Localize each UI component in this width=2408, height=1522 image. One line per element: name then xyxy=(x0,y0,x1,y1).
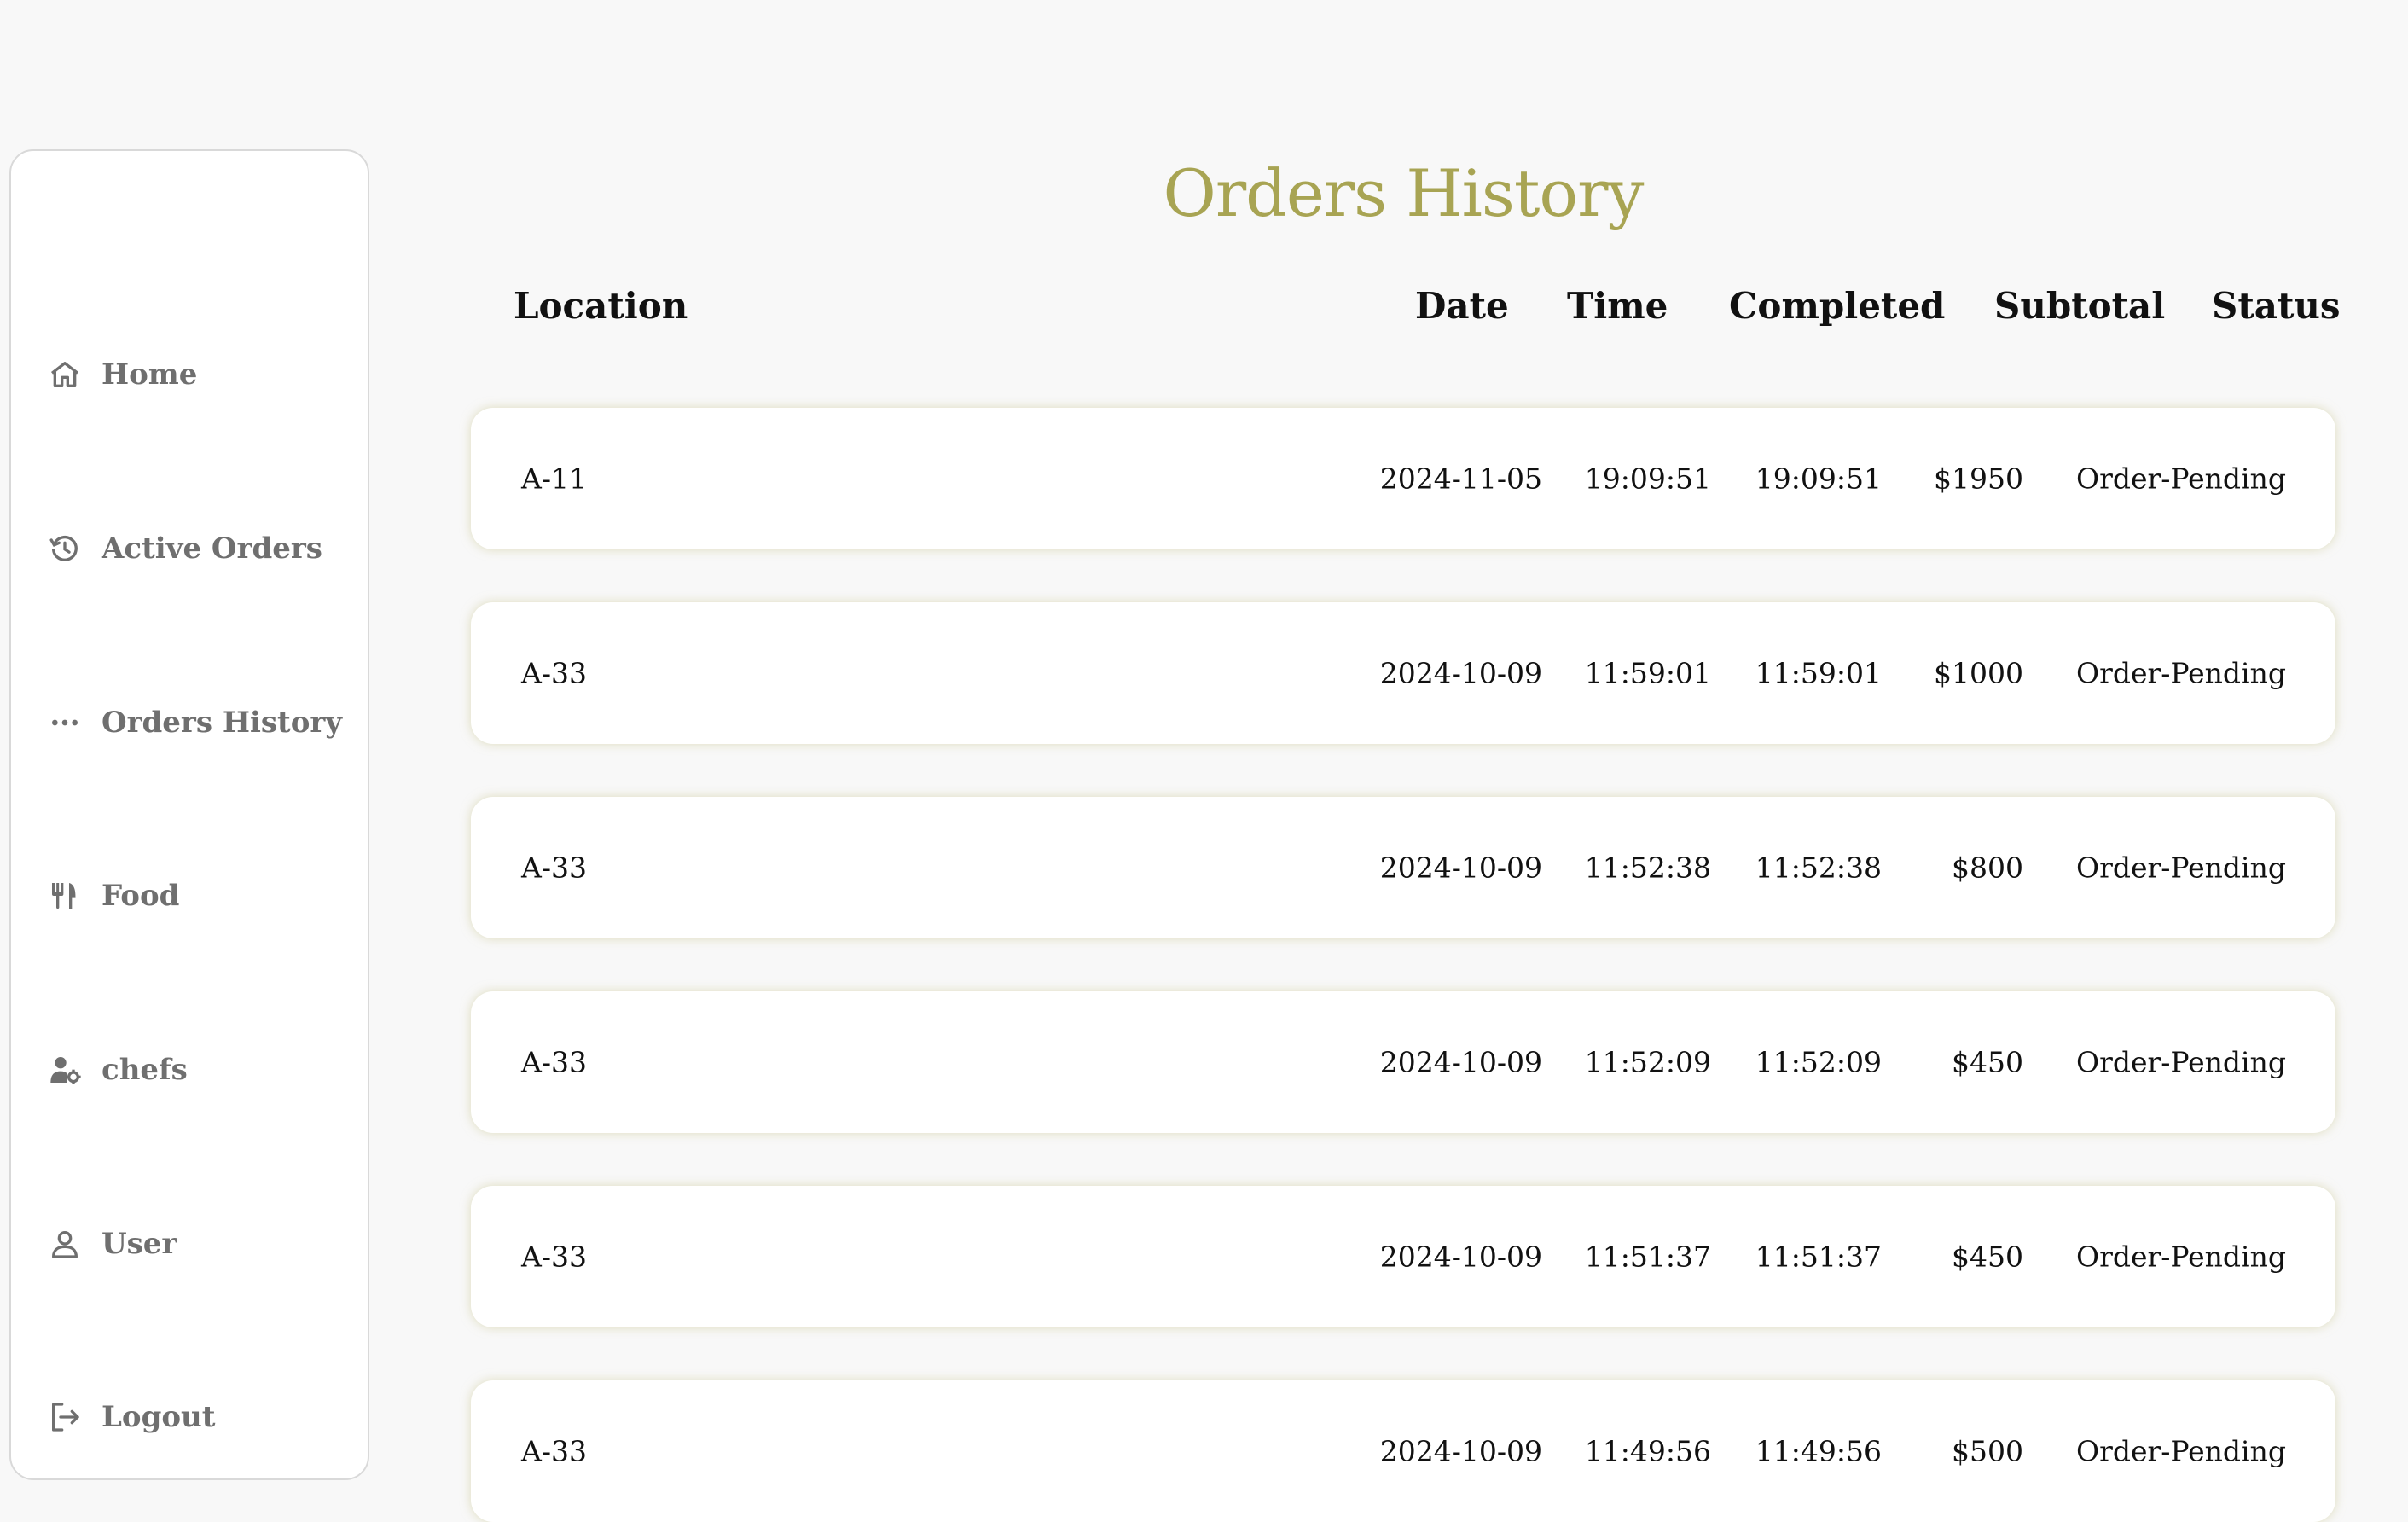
cell-completed: 11:51:37 xyxy=(1755,1240,1882,1274)
cell-status: Order-Pending xyxy=(2076,1434,2286,1468)
sidebar-item-label: Home xyxy=(102,357,198,392)
cell-date: 2024-10-09 xyxy=(1379,1434,1542,1468)
sidebar-item-label: Active Orders xyxy=(102,532,322,566)
sidebar-item-label: User xyxy=(102,1227,177,1261)
cell-completed: 11:59:01 xyxy=(1755,656,1882,690)
cell-completed: 11:52:38 xyxy=(1755,851,1882,885)
column-header-subtotal: Subtotal xyxy=(1994,285,2166,327)
cell-subtotal: $500 xyxy=(1952,1434,2023,1468)
cell-status: Order-Pending xyxy=(2076,656,2286,690)
table-row[interactable]: A-33 2024-10-09 11:59:01 11:59:01 $1000 … xyxy=(471,602,2335,744)
cell-status: Order-Pending xyxy=(2076,1240,2286,1274)
cell-subtotal: $1950 xyxy=(1934,462,2023,496)
more-dots-icon xyxy=(47,705,83,741)
user-icon xyxy=(47,1226,83,1262)
cell-status: Order-Pending xyxy=(2076,1045,2286,1079)
cell-location: A-33 xyxy=(521,1045,587,1079)
sidebar-item-label: Food xyxy=(102,879,180,913)
cell-location: A-33 xyxy=(521,656,587,690)
table-row[interactable]: A-33 2024-10-09 11:52:38 11:52:38 $800 O… xyxy=(471,797,2335,938)
sidebar-item-food[interactable]: Food xyxy=(47,870,179,921)
sidebar: Home Active Orders Orders History Food c… xyxy=(9,149,369,1480)
sidebar-item-label: Orders History xyxy=(102,706,343,740)
home-icon xyxy=(47,357,83,392)
table-row[interactable]: A-33 2024-10-09 11:52:09 11:52:09 $450 O… xyxy=(471,991,2335,1133)
cell-completed: 11:52:09 xyxy=(1755,1045,1882,1079)
cell-time: 11:49:56 xyxy=(1584,1434,1711,1468)
sidebar-item-home[interactable]: Home xyxy=(47,349,197,400)
utensils-icon xyxy=(47,878,83,914)
cell-date: 2024-11-05 xyxy=(1379,462,1542,496)
cell-subtotal: $800 xyxy=(1952,851,2023,885)
sidebar-item-logout[interactable]: Logout xyxy=(47,1391,215,1443)
cell-location: A-11 xyxy=(521,462,587,496)
table-row[interactable]: A-33 2024-10-09 11:51:37 11:51:37 $450 O… xyxy=(471,1186,2335,1327)
cell-status: Order-Pending xyxy=(2076,462,2286,496)
table-row[interactable]: A-11 2024-11-05 19:09:51 19:09:51 $1950 … xyxy=(471,408,2335,549)
column-header-time: Time xyxy=(1567,285,1668,327)
cell-time: 11:52:09 xyxy=(1584,1045,1711,1079)
history-icon xyxy=(47,531,83,566)
cell-time: 11:51:37 xyxy=(1584,1240,1711,1274)
column-header-completed: Completed xyxy=(1729,285,1946,327)
page-title: Orders History xyxy=(1163,155,1645,231)
cell-completed: 19:09:51 xyxy=(1755,462,1882,496)
sidebar-item-chefs[interactable]: chefs xyxy=(47,1044,188,1095)
logout-icon xyxy=(47,1399,83,1435)
sidebar-item-active-orders[interactable]: Active Orders xyxy=(47,523,322,574)
sidebar-item-user[interactable]: User xyxy=(47,1218,177,1269)
sidebar-item-orders-history[interactable]: Orders History xyxy=(47,697,342,748)
table-row[interactable]: A-33 2024-10-09 11:49:56 11:49:56 $500 O… xyxy=(471,1380,2335,1522)
cell-location: A-33 xyxy=(521,1240,587,1274)
cell-completed: 11:49:56 xyxy=(1755,1434,1882,1468)
cell-date: 2024-10-09 xyxy=(1379,656,1542,690)
cell-subtotal: $450 xyxy=(1952,1240,2023,1274)
user-gear-icon xyxy=(47,1052,83,1088)
cell-date: 2024-10-09 xyxy=(1379,1240,1542,1274)
cell-time: 19:09:51 xyxy=(1584,462,1711,496)
cell-date: 2024-10-09 xyxy=(1379,851,1542,885)
cell-subtotal: $1000 xyxy=(1934,656,2023,690)
cell-status: Order-Pending xyxy=(2076,851,2286,885)
cell-location: A-33 xyxy=(521,1434,587,1468)
column-header-location: Location xyxy=(514,285,688,327)
cell-time: 11:59:01 xyxy=(1584,656,1711,690)
sidebar-item-label: Logout xyxy=(102,1400,216,1434)
cell-time: 11:52:38 xyxy=(1584,851,1711,885)
column-header-date: Date xyxy=(1415,285,1509,327)
sidebar-item-label: chefs xyxy=(102,1053,188,1087)
cell-location: A-33 xyxy=(521,851,587,885)
cell-subtotal: $450 xyxy=(1952,1045,2023,1079)
cell-date: 2024-10-09 xyxy=(1379,1045,1542,1079)
column-header-status: Status xyxy=(2212,285,2341,327)
